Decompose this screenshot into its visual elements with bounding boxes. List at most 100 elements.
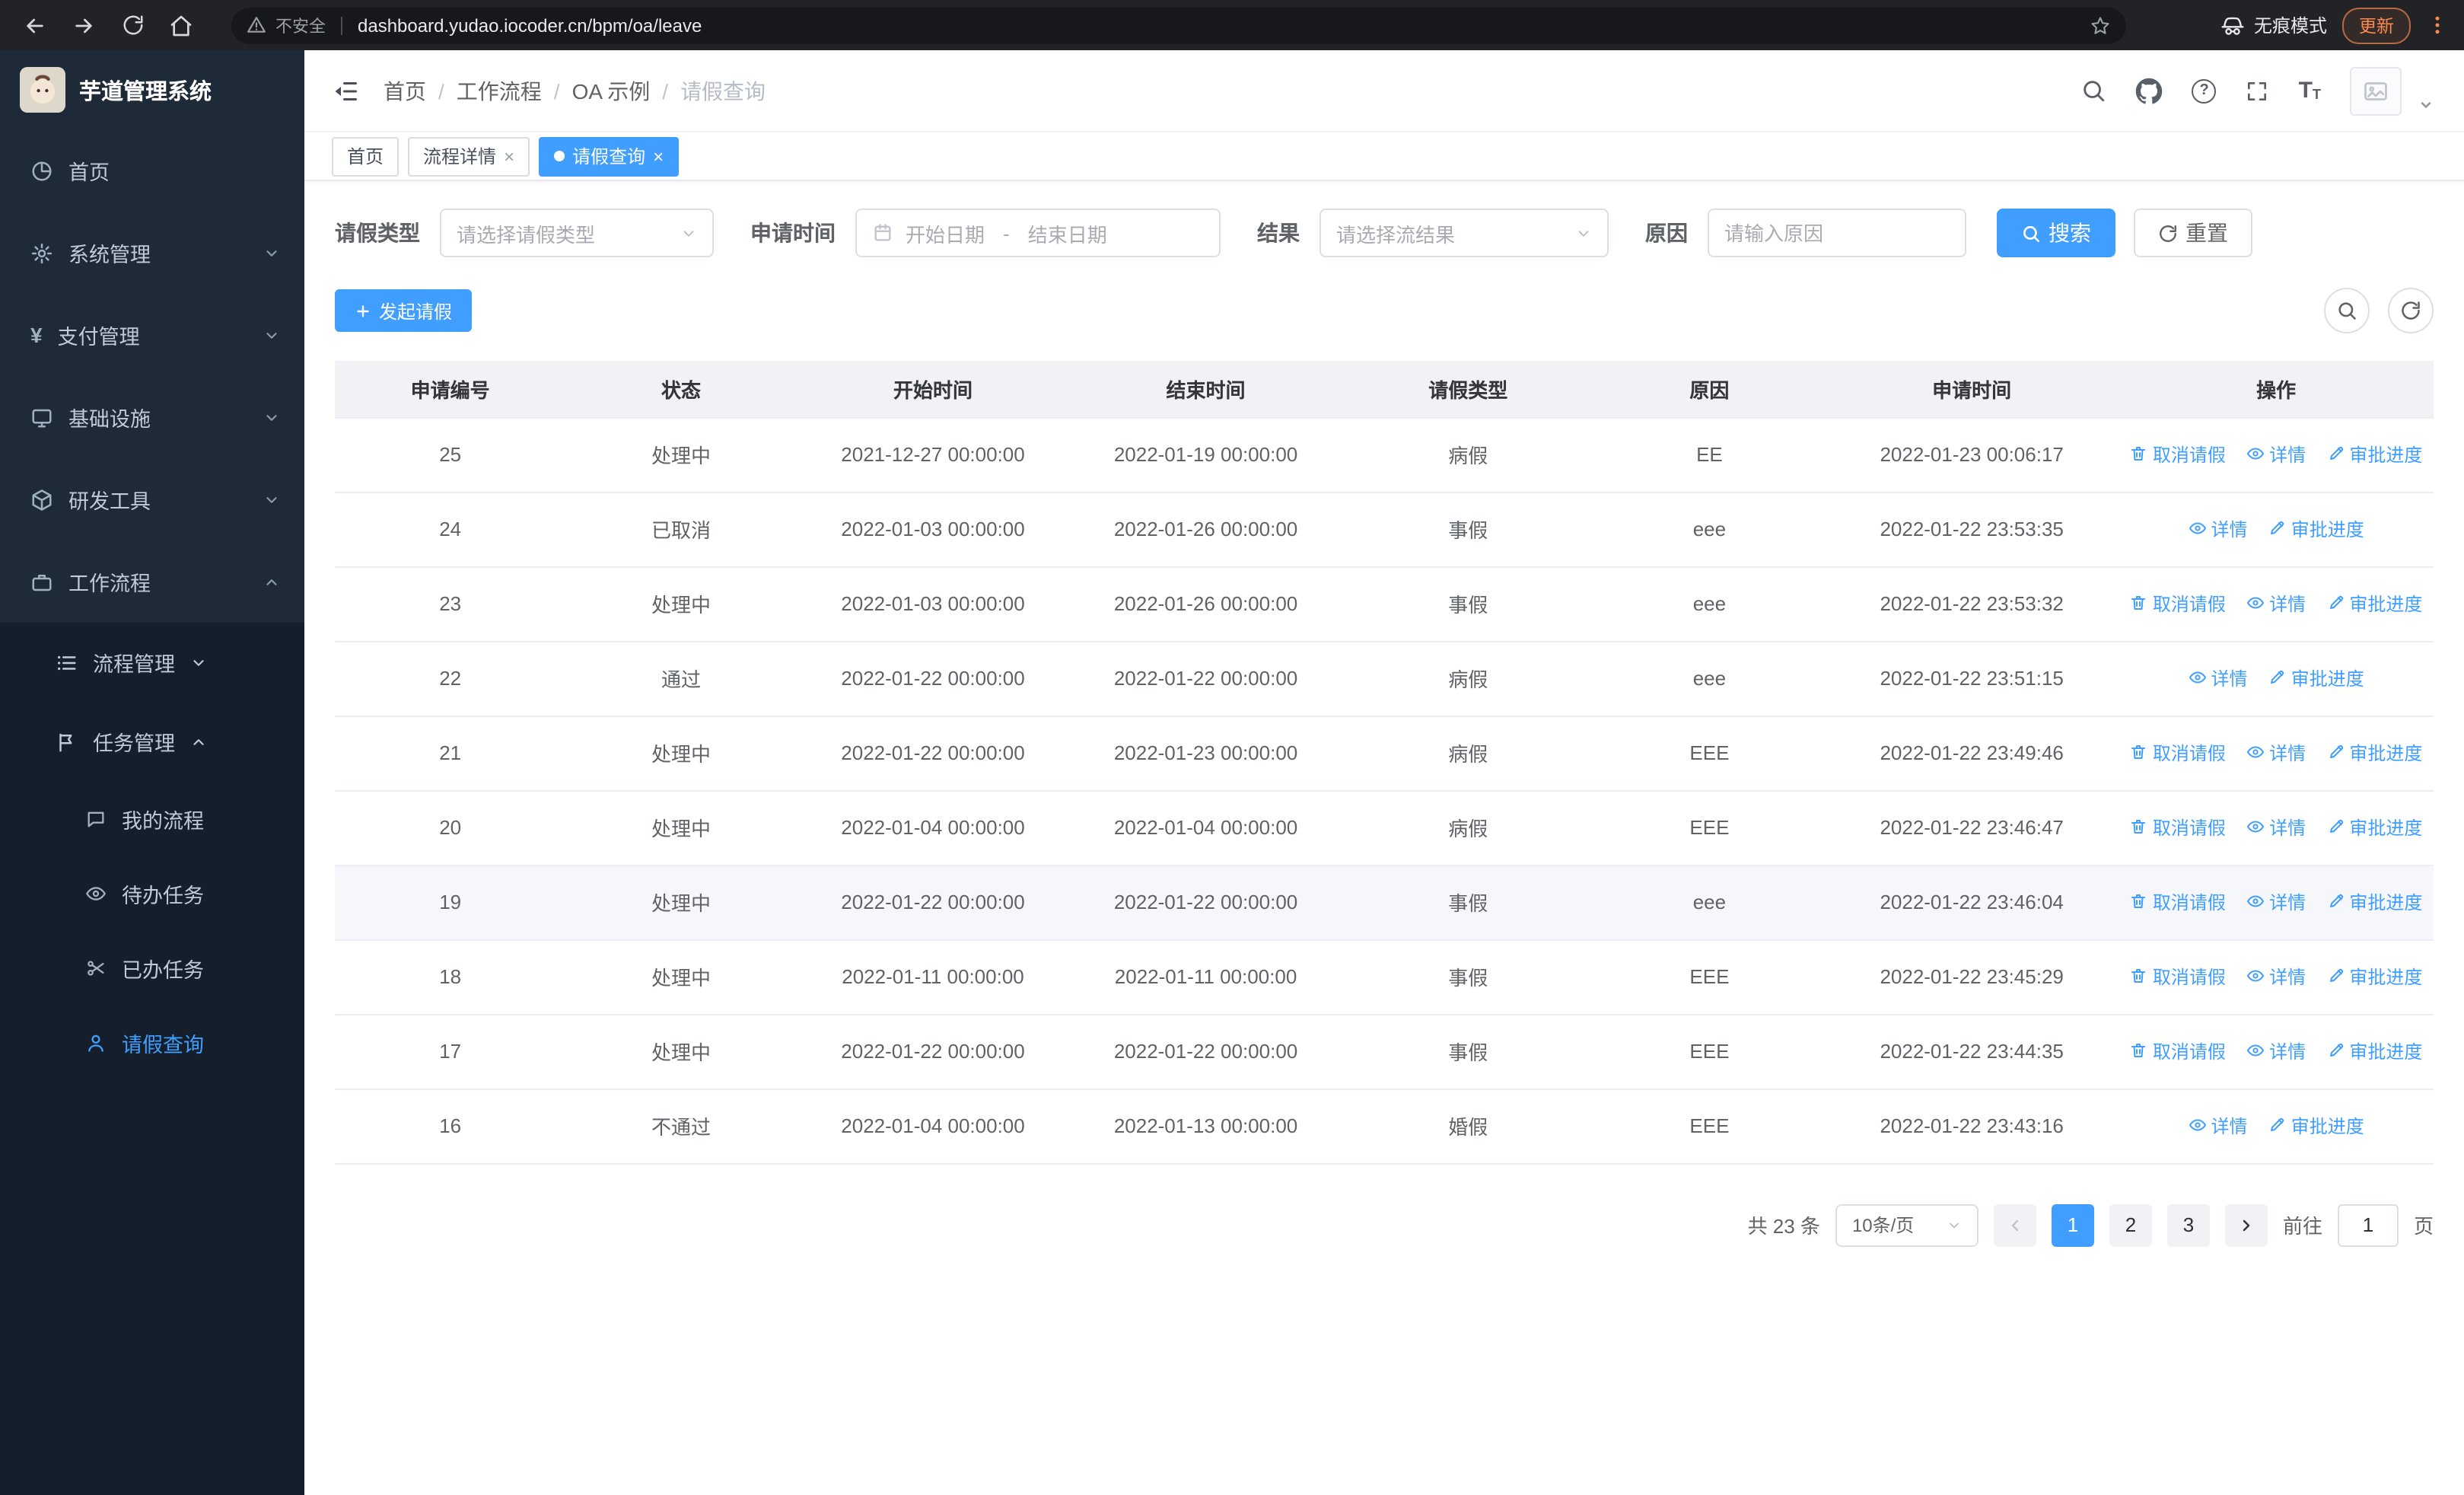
cancel-leave-link[interactable]: 取消请假 [2130, 889, 2226, 915]
table-refresh-button[interactable] [2388, 288, 2434, 333]
github-icon[interactable] [2136, 77, 2163, 104]
browser-home-icon[interactable] [161, 5, 201, 45]
reset-button[interactable]: 重置 [2134, 209, 2252, 257]
progress-link[interactable]: 审批进度 [2326, 441, 2422, 467]
close-icon[interactable]: × [653, 147, 664, 165]
cancel-leave-link[interactable]: 取消请假 [2130, 814, 2226, 840]
cancel-leave-link[interactable]: 取消请假 [2130, 964, 2226, 990]
monitor-icon [30, 406, 53, 429]
progress-link[interactable]: 审批进度 [2326, 1038, 2422, 1064]
sidebar-item-leave-query[interactable]: 请假查询 [0, 1005, 304, 1079]
leave-type-select[interactable]: 请选择请假类型 [440, 209, 714, 257]
page-button-3[interactable]: 3 [2166, 1203, 2210, 1246]
bookmark-star-icon[interactable] [2090, 14, 2111, 36]
page-button-1[interactable]: 1 [2051, 1203, 2094, 1246]
goto-page-input[interactable] [2337, 1203, 2399, 1246]
sidebar-item-workflow[interactable]: 工作流程 [0, 540, 304, 623]
eye-icon [2246, 594, 2265, 613]
cell-status: 处理中 [565, 1014, 797, 1089]
breadcrumb-item[interactable]: 工作流程 [457, 75, 542, 106]
search-button[interactable]: 搜索 [1997, 209, 2115, 257]
table-row: 21 处理中 2022-01-22 00:00:00 2022-01-23 00… [335, 716, 2434, 791]
breadcrumb-item-current: 请假查询 [680, 78, 766, 103]
progress-link[interactable]: 审批进度 [2326, 591, 2422, 617]
progress-link[interactable]: 审批进度 [2268, 1113, 2364, 1139]
page-size-select[interactable]: 10条/页 [1835, 1203, 1979, 1246]
avatar[interactable] [2350, 66, 2402, 115]
progress-link[interactable]: 审批进度 [2326, 814, 2422, 840]
search-button-label: 搜索 [2049, 221, 2091, 245]
sidebar-item-payment[interactable]: ¥ 支付管理 [0, 294, 304, 376]
incognito-icon [2220, 13, 2245, 37]
progress-link[interactable]: 审批进度 [2326, 964, 2422, 990]
cell-apply-time: 2022-01-22 23:43:16 [1825, 1089, 2119, 1164]
security-label[interactable]: 不安全 [275, 13, 326, 37]
tab-home[interactable]: 首页 [332, 136, 400, 176]
breadcrumb-item[interactable]: OA 示例 [572, 75, 651, 106]
chevron-down-icon [680, 225, 697, 241]
cell-leave-type: 婚假 [1342, 1089, 1594, 1164]
sidebar-item-infra[interactable]: 基础设施 [0, 376, 304, 458]
progress-link[interactable]: 审批进度 [2326, 740, 2422, 766]
apply-time-range-picker[interactable]: 开始日期 - 结束日期 [855, 209, 1221, 257]
table-search-toggle-button[interactable] [2324, 288, 2370, 333]
search-icon[interactable] [2081, 78, 2107, 104]
cell-apply-id: 19 [335, 865, 566, 940]
avatar-caret-icon[interactable] [2418, 97, 2434, 115]
next-page-button[interactable] [2224, 1203, 2268, 1246]
fullscreen-icon[interactable] [2246, 78, 2270, 103]
detail-link[interactable]: 详情 [2188, 516, 2247, 542]
browser-menu-icon[interactable] [2426, 14, 2449, 37]
close-icon[interactable]: × [504, 147, 514, 165]
progress-link[interactable]: 审批进度 [2268, 516, 2364, 542]
reason-input[interactable] [1724, 222, 1950, 244]
sidebar-collapse-icon[interactable] [332, 77, 359, 104]
detail-link[interactable]: 详情 [2246, 814, 2306, 840]
browser-refresh-icon[interactable] [113, 5, 152, 45]
sidebar-item-process-mgmt[interactable]: 流程管理 [0, 623, 304, 702]
browser-forward-icon[interactable] [64, 5, 103, 45]
breadcrumb-item[interactable]: 首页 [384, 75, 426, 106]
browser-back-icon[interactable] [15, 5, 55, 45]
progress-link[interactable]: 审批进度 [2326, 889, 2422, 915]
cell-status: 处理中 [565, 417, 797, 492]
tab-process-detail[interactable]: 流程详情 × [408, 136, 530, 176]
app-header: 首页 / 工作流程 / OA 示例 / 请假查询 ? T T [304, 50, 2464, 132]
cancel-leave-link[interactable]: 取消请假 [2130, 1038, 2226, 1064]
app-logo[interactable]: 芋道管理系统 [0, 50, 304, 129]
detail-link[interactable]: 详情 [2246, 441, 2306, 467]
detail-link[interactable]: 详情 [2188, 1113, 2247, 1139]
progress-link[interactable]: 审批进度 [2268, 665, 2364, 691]
help-icon[interactable]: ? [2192, 78, 2217, 103]
create-leave-button[interactable]: 发起请假 [335, 289, 473, 332]
update-button[interactable]: 更新 [2342, 7, 2411, 43]
address-bar[interactable]: 不安全 dashboard.yudao.iocoder.cn/bpm/oa/le… [231, 7, 2126, 43]
sidebar-item-my-process[interactable]: 我的流程 [0, 781, 304, 856]
tab-leave-query[interactable]: 请假查询 × [539, 136, 680, 176]
prev-page-button[interactable] [1993, 1203, 2036, 1246]
cancel-leave-link[interactable]: 取消请假 [2130, 591, 2226, 617]
sidebar-item-todo-tasks[interactable]: 待办任务 [0, 856, 304, 930]
detail-link[interactable]: 详情 [2246, 964, 2306, 990]
sidebar-item-system[interactable]: 系统管理 [0, 212, 304, 294]
detail-link[interactable]: 详情 [2188, 665, 2247, 691]
sidebar-item-home[interactable]: 首页 [0, 129, 304, 212]
chat-bubble-icon [85, 808, 107, 829]
cell-start-time: 2022-01-03 00:00:00 [796, 492, 1070, 567]
sidebar-item-label: 已办任务 [122, 958, 204, 981]
sidebar-item-devtools[interactable]: 研发工具 [0, 458, 304, 540]
font-size-icon[interactable]: TT [2299, 79, 2321, 102]
cancel-leave-link[interactable]: 取消请假 [2130, 740, 2226, 766]
url-text[interactable]: dashboard.yudao.iocoder.cn/bpm/oa/leave [358, 14, 2080, 36]
sidebar-item-done-tasks[interactable]: 已办任务 [0, 930, 304, 1005]
page-button-2[interactable]: 2 [2109, 1203, 2152, 1246]
result-select[interactable]: 请选择流结果 [1320, 209, 1609, 257]
sidebar-item-label: 流程管理 [93, 653, 175, 676]
detail-link[interactable]: 详情 [2246, 1038, 2306, 1064]
progress-link-label: 审批进度 [2349, 444, 2423, 466]
detail-link[interactable]: 详情 [2246, 591, 2306, 617]
cancel-leave-link[interactable]: 取消请假 [2130, 441, 2226, 467]
sidebar-item-task-mgmt[interactable]: 任务管理 [0, 702, 304, 781]
detail-link[interactable]: 详情 [2246, 740, 2306, 766]
detail-link[interactable]: 详情 [2246, 889, 2306, 915]
